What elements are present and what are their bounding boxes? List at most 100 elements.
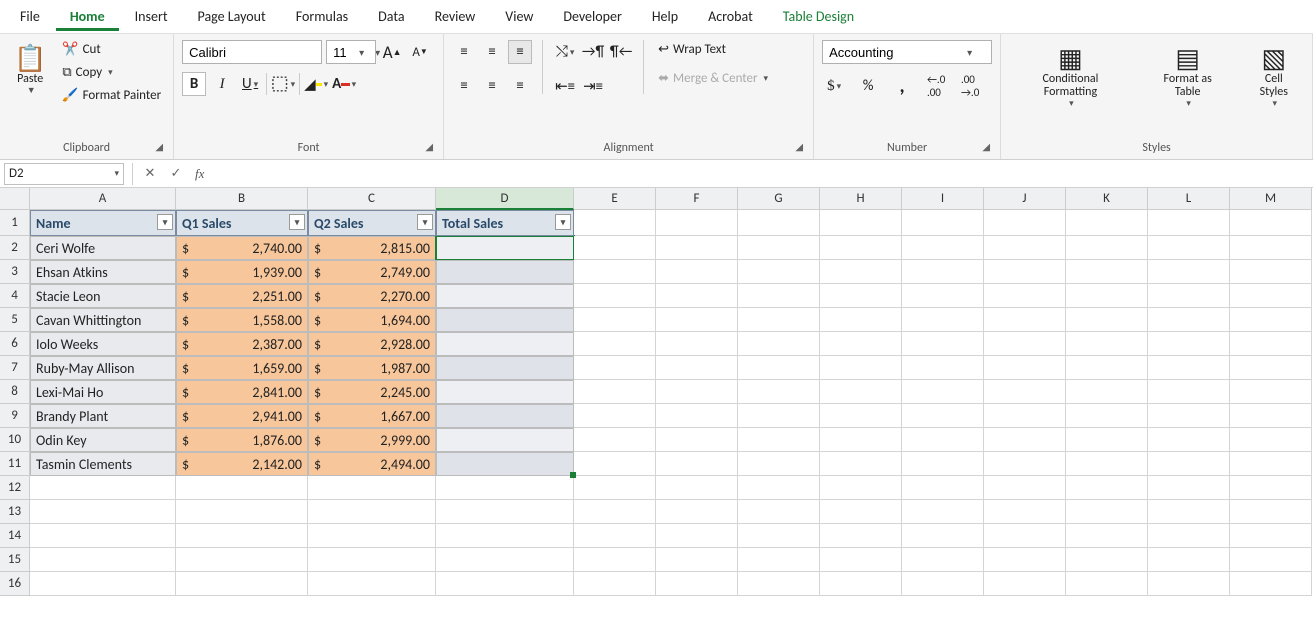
cell-A1[interactable]: Name▾ bbox=[30, 210, 176, 236]
cell-K14[interactable] bbox=[1066, 524, 1148, 548]
cell-D14[interactable] bbox=[436, 524, 574, 548]
cell-I9[interactable] bbox=[902, 404, 984, 428]
cut-button[interactable]: ✂️ Cut bbox=[58, 40, 165, 59]
cell-F16[interactable] bbox=[656, 572, 738, 596]
cell-M7[interactable] bbox=[1230, 356, 1312, 380]
cell-A11[interactable]: Tasmin Clements bbox=[30, 452, 176, 476]
cell-H1[interactable] bbox=[820, 210, 902, 236]
cell-B3[interactable]: $1,939.00 bbox=[176, 260, 308, 284]
underline-button[interactable]: U▾ bbox=[238, 72, 262, 96]
menu-item-data[interactable]: Data bbox=[364, 2, 418, 31]
cell-A10[interactable]: Odin Key bbox=[30, 428, 176, 452]
cell-K10[interactable] bbox=[1066, 428, 1148, 452]
align-bottom-button[interactable]: ≡ bbox=[508, 40, 532, 64]
cell-L1[interactable] bbox=[1148, 210, 1230, 236]
cell-D12[interactable] bbox=[436, 476, 574, 500]
cell-B11[interactable]: $2,142.00 bbox=[176, 452, 308, 476]
cell-H8[interactable] bbox=[820, 380, 902, 404]
cell-M14[interactable] bbox=[1230, 524, 1312, 548]
cell-C3[interactable]: $2,749.00 bbox=[308, 260, 436, 284]
cell-L5[interactable] bbox=[1148, 308, 1230, 332]
cell-C11[interactable]: $2,494.00 bbox=[308, 452, 436, 476]
cell-J1[interactable] bbox=[984, 210, 1066, 236]
decrease-font-button[interactable]: A▼ bbox=[408, 40, 432, 64]
cell-B1[interactable]: Q1 Sales▾ bbox=[176, 210, 308, 236]
cell-A7[interactable]: Ruby-May Allison bbox=[30, 356, 176, 380]
align-center-button[interactable]: ≡ bbox=[480, 74, 504, 98]
cell-A14[interactable] bbox=[30, 524, 176, 548]
cell-M11[interactable] bbox=[1230, 452, 1312, 476]
dialog-launcher-icon[interactable]: ◢ bbox=[795, 140, 803, 153]
cell-I16[interactable] bbox=[902, 572, 984, 596]
cell-G7[interactable] bbox=[738, 356, 820, 380]
column-header-G[interactable]: G bbox=[738, 188, 820, 210]
cell-F3[interactable] bbox=[656, 260, 738, 284]
cell-L16[interactable] bbox=[1148, 572, 1230, 596]
wrap-text-button[interactable]: ↩ Wrap Text bbox=[654, 40, 772, 59]
cell-D13[interactable] bbox=[436, 500, 574, 524]
row-header-10[interactable]: 10 bbox=[0, 428, 30, 452]
dialog-launcher-icon[interactable]: ◢ bbox=[155, 140, 163, 153]
menu-item-developer[interactable]: Developer bbox=[549, 2, 635, 31]
cell-B13[interactable] bbox=[176, 500, 308, 524]
cell-A4[interactable]: Stacie Leon bbox=[30, 284, 176, 308]
cell-J13[interactable] bbox=[984, 500, 1066, 524]
chevron-down-icon[interactable]: ▼ bbox=[25, 86, 36, 96]
currency-button[interactable]: $▾ bbox=[822, 74, 846, 98]
cell-K8[interactable] bbox=[1066, 380, 1148, 404]
cell-G6[interactable] bbox=[738, 332, 820, 356]
cell-B15[interactable] bbox=[176, 548, 308, 572]
cell-F7[interactable] bbox=[656, 356, 738, 380]
number-format-combo[interactable]: ▾ bbox=[822, 40, 992, 64]
cell-F2[interactable] bbox=[656, 236, 738, 260]
cell-M6[interactable] bbox=[1230, 332, 1312, 356]
column-header-M[interactable]: M bbox=[1230, 188, 1312, 210]
cell-A9[interactable]: Brandy Plant bbox=[30, 404, 176, 428]
cell-M9[interactable] bbox=[1230, 404, 1312, 428]
cell-C4[interactable]: $2,270.00 bbox=[308, 284, 436, 308]
menu-item-page-layout[interactable]: Page Layout bbox=[184, 2, 280, 31]
row-header-5[interactable]: 5 bbox=[0, 308, 30, 332]
increase-indent-button[interactable]: ⇥≡ bbox=[581, 74, 605, 98]
row-header-9[interactable]: 9 bbox=[0, 404, 30, 428]
cell-D8[interactable] bbox=[436, 380, 574, 404]
cell-K7[interactable] bbox=[1066, 356, 1148, 380]
cell-M13[interactable] bbox=[1230, 500, 1312, 524]
comma-button[interactable]: , bbox=[890, 74, 914, 98]
menu-item-acrobat[interactable]: Acrobat bbox=[694, 2, 767, 31]
cell-K12[interactable] bbox=[1066, 476, 1148, 500]
cell-G16[interactable] bbox=[738, 572, 820, 596]
cell-M15[interactable] bbox=[1230, 548, 1312, 572]
cell-B8[interactable]: $2,841.00 bbox=[176, 380, 308, 404]
cell-A5[interactable]: Cavan Whittington bbox=[30, 308, 176, 332]
cell-M2[interactable] bbox=[1230, 236, 1312, 260]
align-middle-button[interactable]: ≡ bbox=[480, 40, 504, 64]
cell-E1[interactable] bbox=[574, 210, 656, 236]
cell-B12[interactable] bbox=[176, 476, 308, 500]
cell-H11[interactable] bbox=[820, 452, 902, 476]
cell-D16[interactable] bbox=[436, 572, 574, 596]
column-header-J[interactable]: J bbox=[984, 188, 1066, 210]
paste-button[interactable]: 📋 Paste ▼ bbox=[8, 40, 52, 100]
cell-E8[interactable] bbox=[574, 380, 656, 404]
row-header-3[interactable]: 3 bbox=[0, 260, 30, 284]
cell-D7[interactable] bbox=[436, 356, 574, 380]
cell-H16[interactable] bbox=[820, 572, 902, 596]
orientation-button[interactable]: ⤭▾ bbox=[553, 40, 577, 64]
cell-G9[interactable] bbox=[738, 404, 820, 428]
row-header-6[interactable]: 6 bbox=[0, 332, 30, 356]
cell-F8[interactable] bbox=[656, 380, 738, 404]
cell-A3[interactable]: Ehsan Atkins bbox=[30, 260, 176, 284]
menu-item-file[interactable]: File bbox=[6, 2, 54, 31]
cell-M10[interactable] bbox=[1230, 428, 1312, 452]
cell-G4[interactable] bbox=[738, 284, 820, 308]
cell-M1[interactable] bbox=[1230, 210, 1312, 236]
cell-H14[interactable] bbox=[820, 524, 902, 548]
copy-button[interactable]: ⧉ Copy ▾ bbox=[58, 63, 165, 82]
cell-A2[interactable]: Ceri Wolfe bbox=[30, 236, 176, 260]
dialog-launcher-icon[interactable]: ◢ bbox=[425, 140, 433, 153]
cell-F1[interactable] bbox=[656, 210, 738, 236]
row-header-15[interactable]: 15 bbox=[0, 548, 30, 572]
cell-F14[interactable] bbox=[656, 524, 738, 548]
cell-E2[interactable] bbox=[574, 236, 656, 260]
